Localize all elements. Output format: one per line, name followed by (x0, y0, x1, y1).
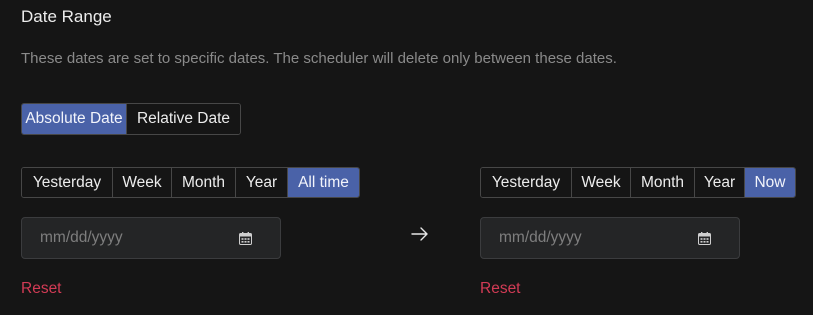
arrow-right-icon (411, 227, 428, 241)
from-preset-yesterday[interactable]: Yesterday (22, 168, 112, 197)
from-preset-all-time[interactable]: All time (287, 168, 359, 197)
from-preset-group: Yesterday Week Month Year All time (21, 167, 360, 198)
from-preset-month[interactable]: Month (171, 168, 235, 197)
to-preset-yesterday[interactable]: Yesterday (481, 168, 571, 197)
from-preset-week[interactable]: Week (112, 168, 171, 197)
from-date-field (21, 217, 281, 259)
calendar-icon[interactable] (698, 231, 711, 245)
to-preset-month[interactable]: Month (630, 168, 694, 197)
to-date-input[interactable] (499, 229, 698, 247)
date-range-panel: Date Range These dates are set to specif… (0, 0, 813, 315)
from-date-input[interactable] (40, 229, 239, 247)
to-preset-week[interactable]: Week (571, 168, 630, 197)
calendar-icon[interactable] (239, 231, 252, 245)
to-preset-group: Yesterday Week Month Year Now (480, 167, 796, 198)
section-description: These dates are set to specific dates. T… (21, 50, 617, 67)
date-mode-toggle: Absolute Date Relative Date (21, 103, 241, 135)
to-reset-link[interactable]: Reset (480, 280, 521, 298)
from-preset-year[interactable]: Year (235, 168, 287, 197)
absolute-date-tab[interactable]: Absolute Date (22, 104, 126, 134)
to-preset-now[interactable]: Now (744, 168, 795, 197)
from-reset-link[interactable]: Reset (21, 280, 62, 298)
to-preset-year[interactable]: Year (694, 168, 744, 197)
relative-date-tab[interactable]: Relative Date (126, 104, 240, 134)
section-title: Date Range (21, 7, 112, 26)
to-date-field (480, 217, 740, 259)
